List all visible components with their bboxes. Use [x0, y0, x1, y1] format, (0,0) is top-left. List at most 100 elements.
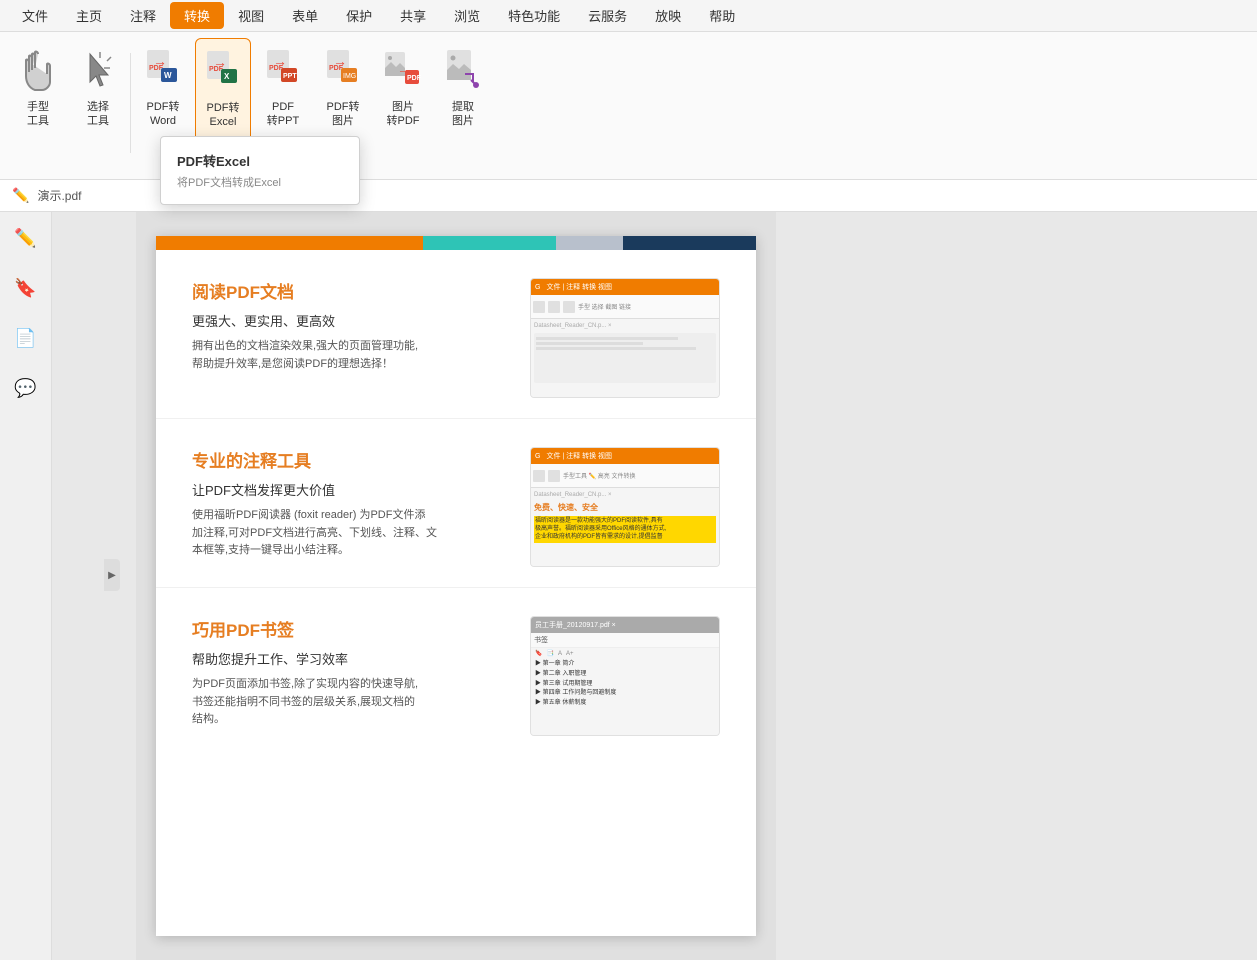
mini-pdf-annotate: G 文件 | 注释 转换 视图 手型工具 ✏️ 高亮 文件转换 Datashee… [531, 448, 719, 566]
mini-annotate-btn-2 [548, 470, 560, 482]
pdf-excel-icon-area: PDF → X [203, 45, 243, 97]
hand-tool-label: 手型 工具 [27, 100, 49, 129]
image-to-pdf-button[interactable]: → PDF 图片 转PDF [375, 38, 431, 168]
path-filename: 演示.pdf [37, 187, 81, 204]
path-edit-icon: ✏️ [12, 187, 29, 204]
pdf-section-annotate-text: 专业的注释工具 让PDF文档发挥更大价值 使用福昕PDF阅读器 (foxit r… [192, 447, 510, 567]
top-bar-teal [423, 236, 556, 250]
pdf-word-icon-area: PDF → W [143, 44, 183, 96]
pdf-bookmark-title: 巧用PDF书签 [192, 616, 510, 641]
menu-share[interactable]: 共享 [386, 2, 440, 29]
menu-slideshow[interactable]: 放映 [641, 2, 695, 29]
mini-bk-icon-3: A [558, 650, 562, 658]
menu-file[interactable]: 文件 [8, 2, 62, 29]
pdf-section-annotate: 专业的注释工具 让PDF文档发挥更大价值 使用福昕PDF阅读器 (foxit r… [156, 419, 756, 588]
mini-pdf-annotate-body: Datasheet_Reader_CN.p... × 免费、快速、安全 福昕阅读… [531, 488, 719, 546]
svg-text:PPT: PPT [283, 73, 297, 80]
mini-pdf-annotate-tabs: 文件 | 注释 转换 视图 [546, 451, 612, 461]
toolbar-group-tools: 手型 工具 选择 工具 [10, 38, 126, 168]
menu-help[interactable]: 帮助 [695, 2, 749, 29]
dropdown-description: 将PDF文档转成Excel [161, 172, 359, 194]
menu-cloud[interactable]: 云服务 [574, 2, 641, 29]
svg-text:→: → [273, 53, 287, 69]
pdf-preview-area: 阅读PDF文档 更强大、更实用、更高效 拥有出色的文档渲染效果,强大的页面管理功… [136, 212, 776, 960]
image-pdf-icon-area: → PDF [383, 44, 423, 96]
mini-free-label: 免费、快速、安全 [534, 502, 716, 513]
menu-form[interactable]: 表单 [278, 2, 332, 29]
select-tool-button[interactable]: 选择 工具 [70, 38, 126, 168]
dropdown-title: PDF转Excel [161, 147, 359, 172]
pdf-read-subtitle: 更强大、更实用、更高效 [192, 311, 510, 330]
top-bar-gray [556, 236, 623, 250]
extract-icon [443, 46, 483, 94]
top-bar-orange [156, 236, 423, 250]
mini-pdf-annotate-logo: G [535, 453, 540, 460]
mini-annotate-label: 手型工具 ✏️ 高亮 文件转换 [563, 471, 635, 480]
menu-home[interactable]: 主页 [62, 2, 116, 29]
pdf-image-label: PDF转 图片 [327, 100, 360, 129]
pdf-bookmark-subtitle: 帮助您提升工作、学习效率 [192, 649, 510, 668]
mini-toc-list: ▶ 第一章 简介 ▶ 第二章 入职管理 ▶ 第三章 试用期管理 ▶ 第四章 工作… [535, 660, 715, 708]
pdf-image-icon-area: PDF → IMG [323, 44, 363, 96]
toolbar-separator-1 [130, 53, 131, 153]
mini-content-line-2 [536, 342, 643, 345]
pdf-page: 阅读PDF文档 更强大、更实用、更高效 拥有出色的文档渲染效果,强大的页面管理功… [156, 236, 756, 936]
svg-text:IMG: IMG [343, 73, 356, 80]
menu-protect[interactable]: 保护 [332, 2, 386, 29]
svg-text:→: → [333, 53, 347, 69]
select-icon-area [78, 44, 118, 96]
pdf-ppt-icon: PDF → PPT [263, 46, 303, 94]
sidebar-toggle-icon: ▶ [108, 570, 116, 581]
pdf-annotate-subtitle: 让PDF文档发挥更大价值 [192, 480, 510, 499]
mini-pdf-header: G 文件 | 注释 转换 视图 [531, 279, 719, 295]
sidebar-annotate-icon[interactable]: ✏️ [10, 222, 42, 254]
pdf-word-icon: PDF → W [143, 46, 183, 94]
mini-pdf-bookmark-logo: 员工手册_20120917.pdf × [535, 620, 616, 630]
mini-content-line-3 [536, 347, 696, 350]
sidebar-toggle-button[interactable]: ▶ [104, 559, 120, 591]
sidebar-pages-icon[interactable]: 📄 [10, 322, 42, 354]
dropdown-tooltip: PDF转Excel 将PDF文档转成Excel [160, 136, 360, 205]
mini-pdf-content [534, 333, 716, 383]
pdf-ppt-label: PDF 转PPT [267, 100, 299, 129]
svg-text:PDF: PDF [407, 75, 422, 82]
mini-pdf-body: Datasheet_Reader_CN.p... × [531, 319, 719, 386]
mini-pdf-annotate-toolbar: 手型工具 ✏️ 高亮 文件转换 [531, 464, 719, 488]
hand-tool-button[interactable]: 手型 工具 [10, 38, 66, 168]
menu-view[interactable]: 视图 [224, 2, 278, 29]
mini-pdf-annotate-header: G 文件 | 注释 转换 视图 [531, 448, 719, 464]
mini-bk-icon-1: 🔖 [535, 650, 542, 658]
mini-pdf-logo: G [535, 284, 540, 291]
extract-image-button[interactable]: 提取 图片 [435, 38, 491, 168]
select-icon [82, 50, 114, 90]
mini-pdf-tabs: 文件 | 注释 转换 视图 [546, 282, 612, 292]
menu-annotate[interactable]: 注释 [116, 2, 170, 29]
main-content: 阅读PDF文档 更强大、更实用、更高效 拥有出色的文档渲染效果,强大的页面管理功… [52, 212, 1257, 960]
mini-pdf-bookmark: 员工手册_20120917.pdf × 书签 🔖 📑 A A+ ▶ 第 [531, 617, 719, 735]
left-sidebar: ✏️ 🔖 📄 💬 [0, 212, 52, 960]
pdf-word-label: PDF转 Word [147, 100, 180, 129]
toc-item-1: ▶ 第一章 简介 [535, 660, 715, 670]
pdf-read-title: 阅读PDF文档 [192, 278, 510, 303]
mini-btn-2 [548, 301, 560, 313]
mini-annotate-btn-1 [533, 470, 545, 482]
sidebar-comments-icon[interactable]: 💬 [10, 372, 42, 404]
mini-content-line-1 [536, 337, 678, 340]
menu-browse[interactable]: 浏览 [440, 2, 494, 29]
pdf-top-bar [156, 236, 756, 250]
menu-convert[interactable]: 转换 [170, 2, 224, 29]
mini-annotate-highlight: 福昕阅读器是一款功能强大的PDF阅读软件,具有极高声誉。福昕阅读器采用Offic… [534, 516, 716, 543]
sidebar-bookmark-icon[interactable]: 🔖 [10, 272, 42, 304]
mini-pdf-read: G 文件 | 注释 转换 视图 手型 选择 截图 链接 Datasheet_Re… [531, 279, 719, 397]
extract-label: 提取 图片 [452, 100, 474, 129]
mini-pdf-bookmark-header: 员工手册_20120917.pdf × [531, 617, 719, 633]
mini-toolbar-labels: 手型 选择 截图 链接 [578, 302, 631, 311]
mini-bookmark-toc-title: 书签 [531, 633, 719, 648]
pdf-section-read-text: 阅读PDF文档 更强大、更实用、更高效 拥有出色的文档渲染效果,强大的页面管理功… [192, 278, 510, 398]
pdf-section-read: 阅读PDF文档 更强大、更实用、更高效 拥有出色的文档渲染效果,强大的页面管理功… [156, 250, 756, 419]
hand-icon [20, 46, 56, 94]
toc-item-4: ▶ 第四章 工作问题与回避制度 [535, 689, 715, 699]
menu-features[interactable]: 特色功能 [494, 2, 574, 29]
mini-pdf-bookmark-body: 🔖 📑 A A+ ▶ 第一章 简介 ▶ 第二章 入职管理 ▶ 第三章 试用期管理… [531, 648, 719, 710]
pdf-section-bookmark: 巧用PDF书签 帮助您提升工作、学习效率 为PDF页面添加书签,除了实现内容的快… [156, 588, 756, 756]
